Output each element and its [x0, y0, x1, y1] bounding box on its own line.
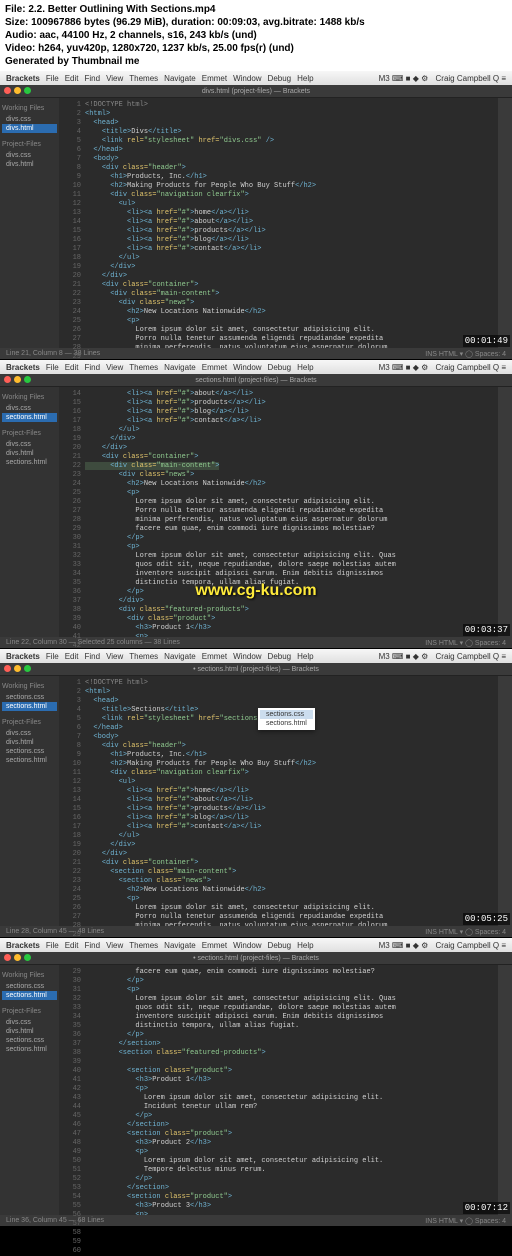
- code-editor[interactable]: facere eum quae, enim commodi iure digni…: [85, 965, 498, 1215]
- sidebar: Working Files divs.css divs.html project…: [0, 98, 59, 348]
- autocomplete-option[interactable]: sections.css: [260, 710, 313, 719]
- timestamp: 00:05:25: [463, 913, 510, 925]
- window-controls[interactable]: [4, 376, 31, 383]
- menu-emmet[interactable]: Emmet: [202, 74, 227, 83]
- document-tab[interactable]: divs.html (project-files) — Brackets: [0, 85, 512, 98]
- thumbnail-pane-3: Brackets FileEditFindViewThemesNavigateE…: [0, 649, 512, 938]
- code-editor[interactable]: <!DOCTYPE html> <html> <head> <title>Div…: [85, 98, 498, 348]
- autocomplete-popup[interactable]: sections.css sections.html: [258, 708, 315, 730]
- menu-find[interactable]: Find: [85, 74, 101, 83]
- line-gutter: 1234567891011121314151617181920212223242…: [59, 98, 85, 348]
- sidebar-item[interactable]: divs.css: [2, 151, 57, 160]
- filename: 2.2. Better Outlining With Sections.mp4: [28, 4, 215, 15]
- menubar-status: M3 ⌨ ■ ◆ ⚙ Craig Campbell Q ≡: [374, 74, 506, 83]
- code-editor[interactable]: <li><a href="#">about</a></li> <li><a hr…: [85, 387, 498, 637]
- menu-view[interactable]: View: [106, 74, 123, 83]
- app-name: Brackets: [6, 74, 40, 83]
- menu-debug[interactable]: Debug: [268, 74, 292, 83]
- document-tab[interactable]: sections.html (project-files) — Brackets: [0, 374, 512, 387]
- window-controls[interactable]: [4, 87, 31, 94]
- menu-navigate[interactable]: Navigate: [164, 74, 196, 83]
- menu-file[interactable]: File: [46, 74, 59, 83]
- menu-bar: Brackets FileEditFindViewThemesNavigateE…: [0, 360, 512, 374]
- timestamp: 00:01:49: [463, 335, 510, 347]
- timestamp: 00:03:37: [463, 624, 510, 636]
- menu-bar: Brackets File Edit Find View Themes Navi…: [0, 71, 512, 85]
- thumbnail-pane-4: Brackets FileEditFindViewThemesNavigateE…: [0, 938, 512, 1227]
- menu-help[interactable]: Help: [297, 74, 313, 83]
- menu-edit[interactable]: Edit: [65, 74, 79, 83]
- thumbnail-pane-2: Brackets FileEditFindViewThemesNavigateE…: [0, 360, 512, 649]
- autocomplete-option[interactable]: sections.html: [260, 719, 313, 728]
- right-toolbar[interactable]: [498, 98, 512, 348]
- sidebar-item[interactable]: divs.html: [2, 124, 57, 133]
- thumbnail-metadata: File: 2.2. Better Outlining With Section…: [0, 0, 512, 71]
- menu-window[interactable]: Window: [233, 74, 261, 83]
- timestamp: 00:07:12: [463, 1202, 510, 1214]
- sidebar-item[interactable]: divs.css: [2, 115, 57, 124]
- thumbnail-pane-1: Brackets File Edit Find View Themes Navi…: [0, 71, 512, 360]
- sidebar-item[interactable]: divs.html: [2, 160, 57, 169]
- menu-themes[interactable]: Themes: [129, 74, 158, 83]
